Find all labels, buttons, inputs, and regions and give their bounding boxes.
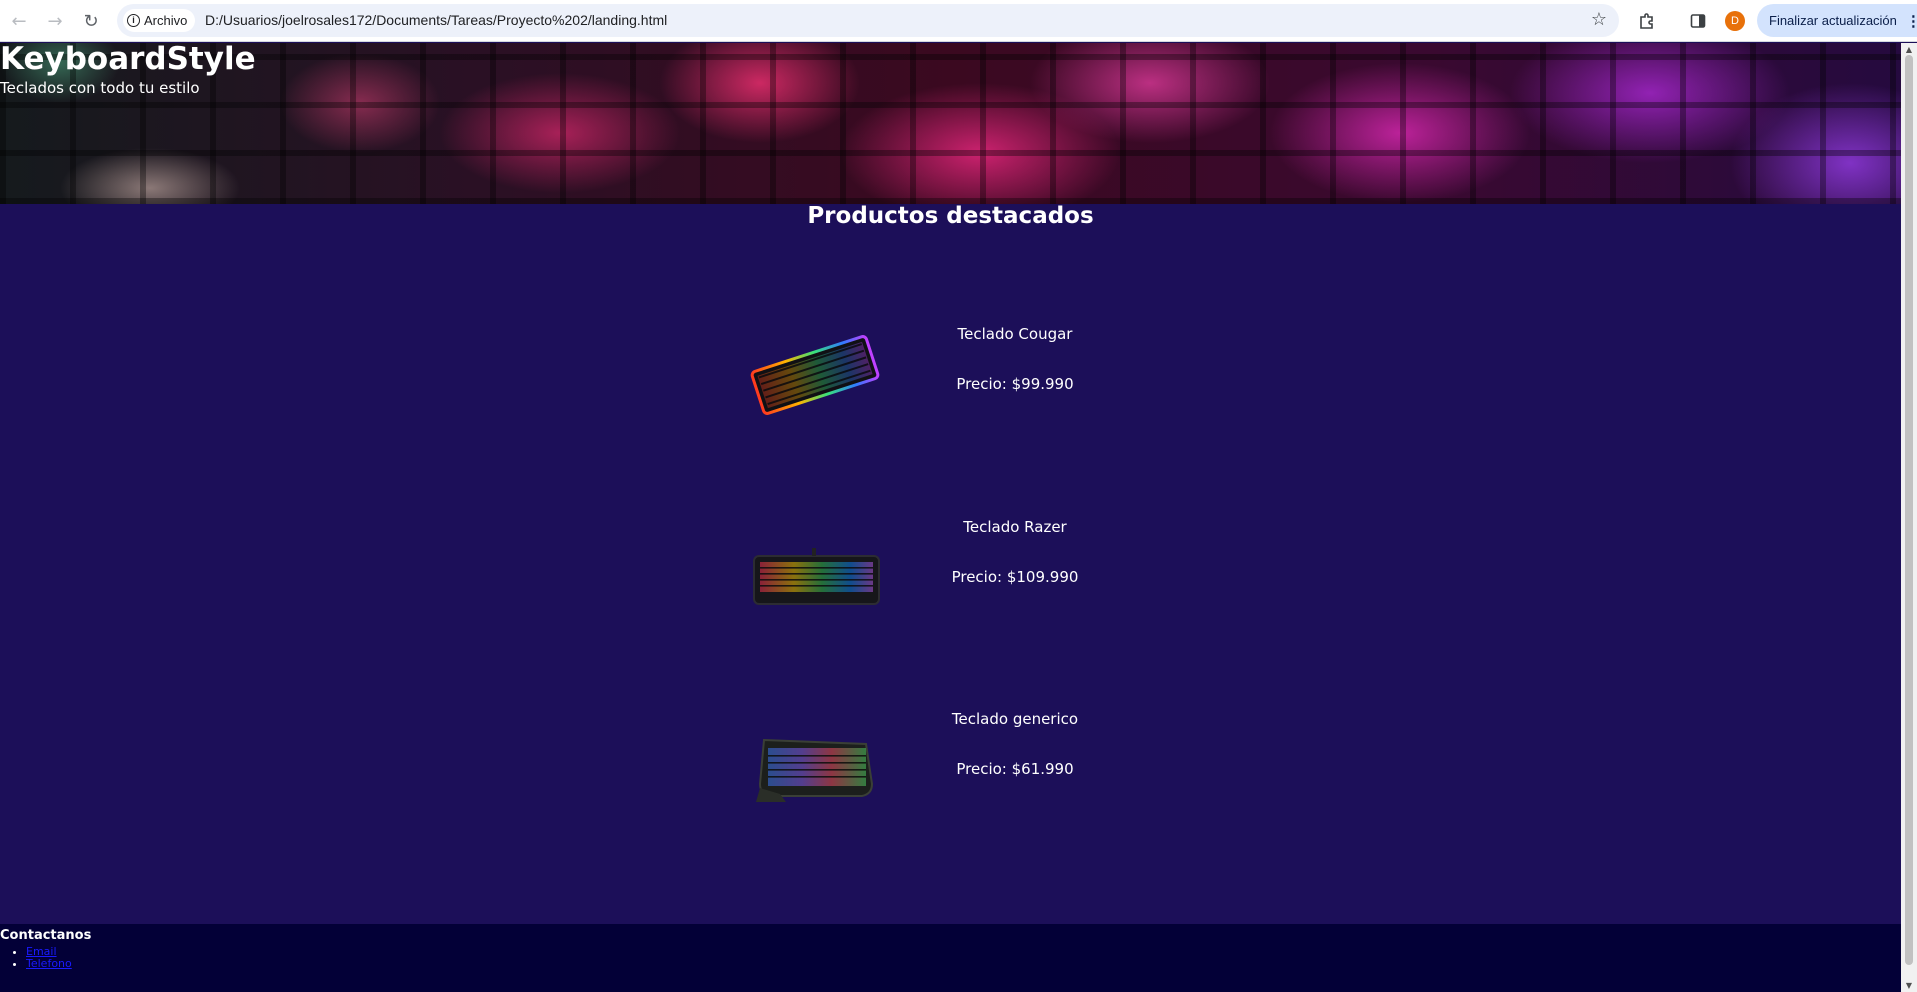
site-info-chip[interactable]: i Archivo	[123, 9, 196, 32]
reload-button[interactable]: ↻	[78, 8, 104, 34]
arrow-left-icon: ←	[11, 10, 27, 32]
product-name: Teclado Cougar	[957, 325, 1073, 343]
back-button[interactable]: ←	[6, 8, 32, 34]
contact-links: Email Telefono	[26, 946, 72, 970]
keyboard-image	[753, 548, 880, 605]
update-button-label: Finalizar actualización	[1769, 13, 1897, 28]
footer: Contactanos Email Telefono	[0, 924, 1901, 992]
scrollbar-thumb[interactable]	[1905, 55, 1913, 965]
product-name: Teclado Razer	[963, 518, 1067, 536]
puzzle-icon	[1640, 13, 1653, 29]
address-bar[interactable]: i Archivo D:/Usuarios/joelrosales172/Doc…	[117, 4, 1619, 37]
list-item: Telefono	[26, 958, 72, 970]
keyboard-background-image	[0, 43, 1901, 204]
keyboard-image	[756, 738, 874, 802]
bookmark-star-icon[interactable]: ☆	[1591, 9, 1607, 30]
keyboard-image	[750, 335, 880, 415]
product-card: Teclado Razer Precio: $109.990	[740, 518, 1140, 628]
arrow-right-icon: →	[47, 10, 63, 32]
product-price: Precio: $99.990	[956, 375, 1074, 393]
forward-button[interactable]: →	[42, 8, 68, 34]
url-text[interactable]: D:/Usuarios/joelrosales172/Documents/Tar…	[205, 12, 667, 28]
product-card: Teclado generico Precio: $61.990	[740, 710, 1140, 820]
product-price: Precio: $109.990	[951, 568, 1079, 586]
more-options-icon[interactable]: ⋮	[1906, 12, 1917, 30]
featured-products-title: Productos destacados	[807, 203, 1094, 229]
brand-title: KeyboardStyle	[0, 43, 256, 77]
brand-tagline: Teclados con todo tu estilo	[0, 79, 200, 97]
scroll-down-icon[interactable]: ▼	[1905, 981, 1913, 990]
reload-icon: ↻	[83, 10, 99, 32]
phone-link[interactable]: Telefono	[26, 957, 72, 970]
scroll-up-icon[interactable]: ▲	[1905, 45, 1913, 54]
side-panel-button[interactable]	[1685, 8, 1711, 34]
product-card: Teclado Cougar Precio: $99.990	[740, 325, 1140, 435]
product-name: Teclado generico	[951, 710, 1079, 728]
update-button[interactable]: Finalizar actualización ⋮	[1757, 4, 1917, 37]
vertical-scrollbar[interactable]: ▲ ▼	[1901, 43, 1917, 992]
product-price: Precio: $61.990	[956, 760, 1074, 778]
footer-title: Contactanos	[0, 928, 92, 943]
profile-avatar[interactable]: D	[1725, 11, 1745, 31]
site-info-label: Archivo	[144, 13, 188, 28]
extensions-button[interactable]	[1634, 8, 1660, 34]
page-viewport: KeyboardStyle Teclados con todo tu estil…	[0, 43, 1901, 992]
info-icon: i	[127, 14, 140, 27]
hero-banner: KeyboardStyle Teclados con todo tu estil…	[0, 43, 1901, 204]
browser-toolbar: ← → ↻ i Archivo D:/Usuarios/joelrosales1…	[0, 0, 1917, 42]
side-panel-icon	[1690, 14, 1706, 28]
